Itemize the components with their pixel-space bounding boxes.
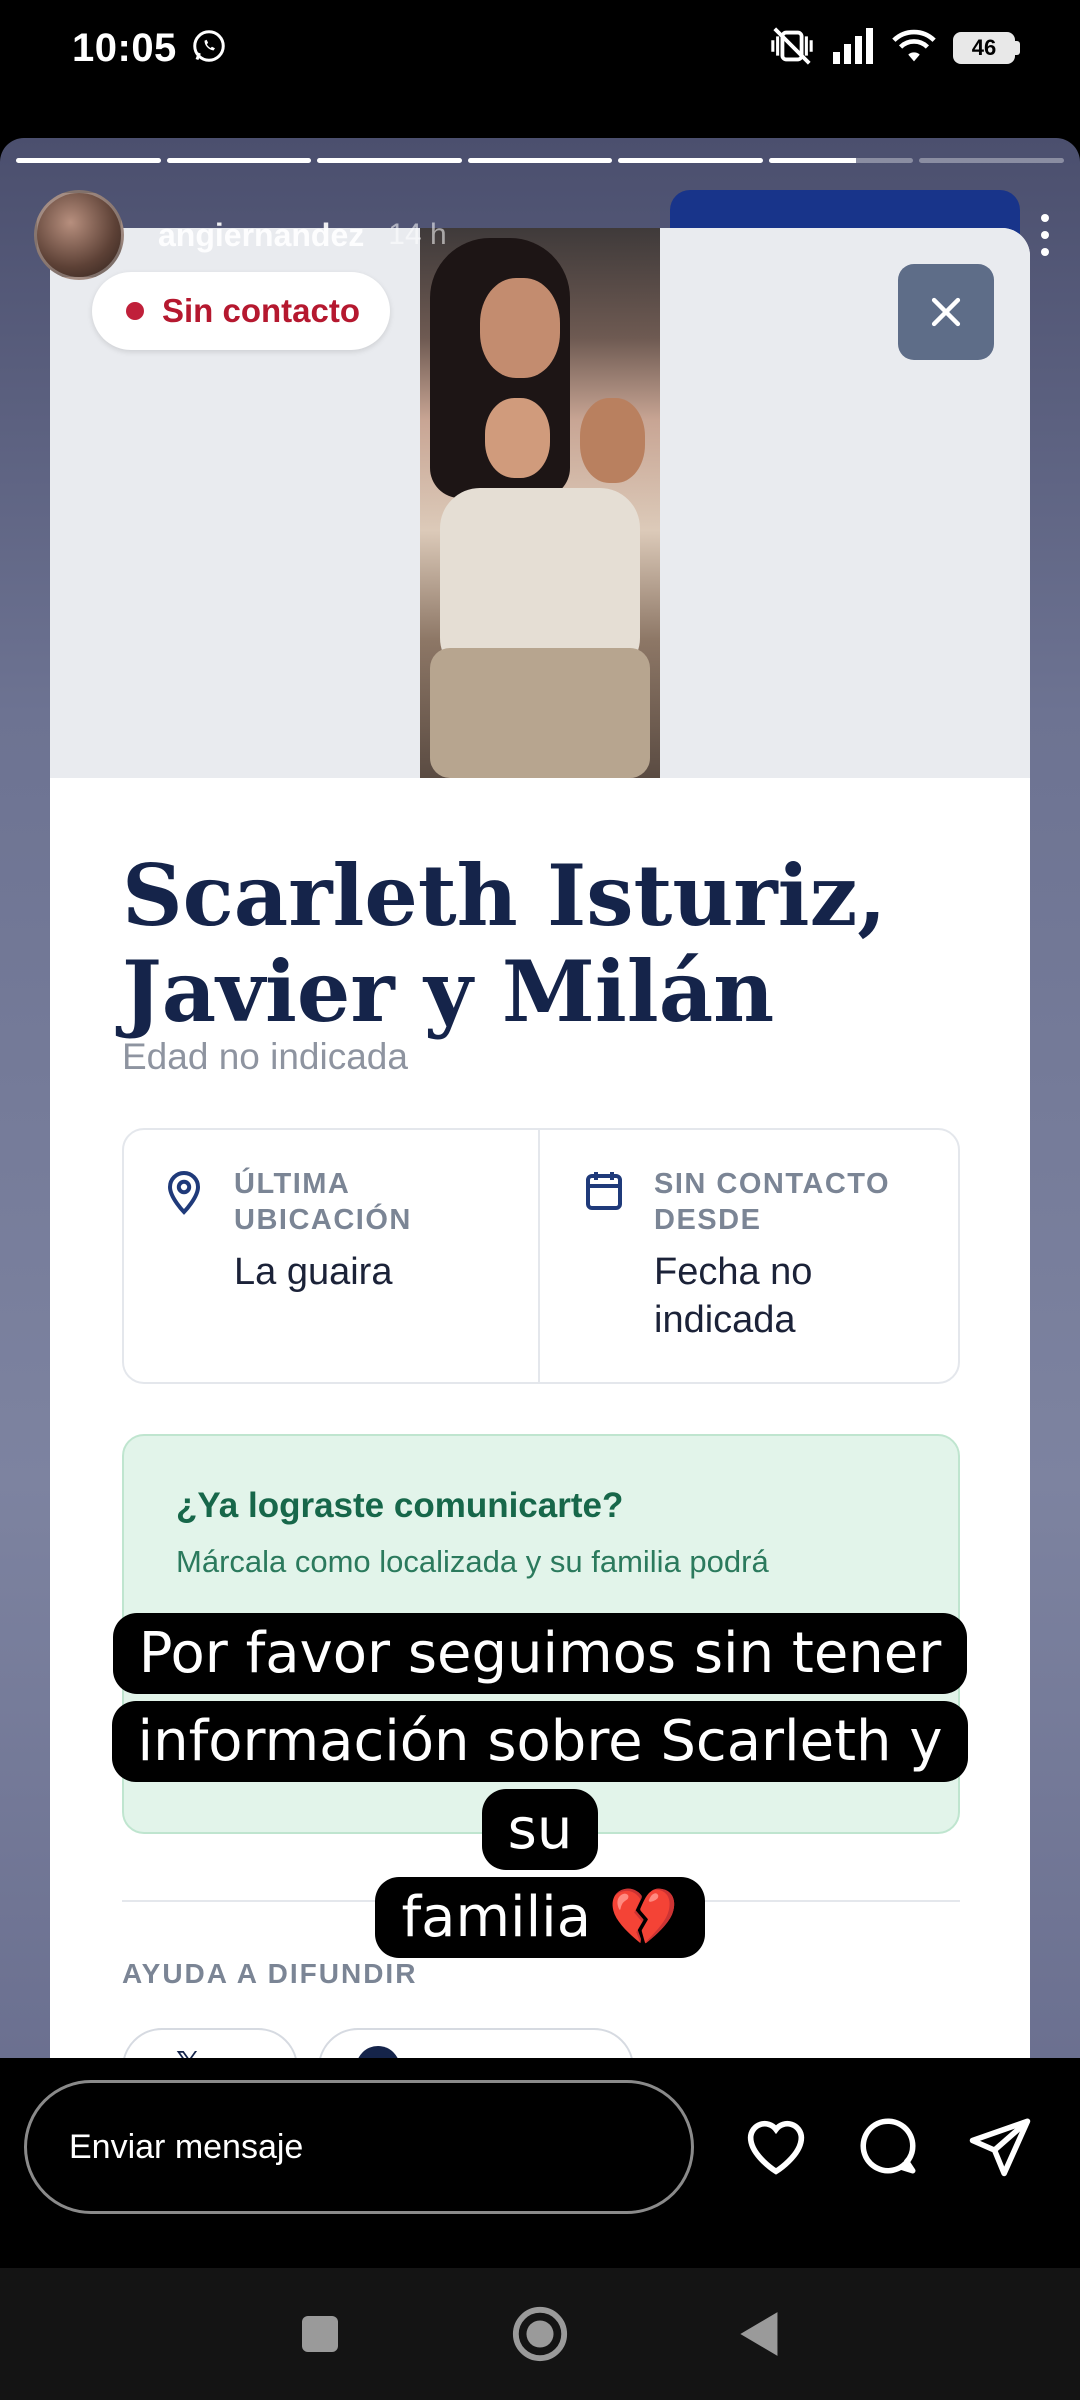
contact-prompt-subtitle: Márcala como localizada y su familia pod… xyxy=(176,1544,769,1579)
story-progress-segment xyxy=(317,158,462,163)
x-logo-icon: 𝕏 xyxy=(176,2046,200,2058)
status-badge: Sin contacto xyxy=(92,272,391,350)
back-triangle-icon xyxy=(740,2312,778,2356)
story-progress-segment xyxy=(166,158,312,163)
like-heart-icon[interactable] xyxy=(738,2108,814,2184)
home-circle-icon xyxy=(512,2306,568,2362)
recent-apps-button[interactable] xyxy=(285,2299,355,2369)
status-time: 10:05 xyxy=(72,25,177,70)
share-send-icon[interactable] xyxy=(962,2108,1038,2184)
signal-icon xyxy=(831,27,875,69)
info-box: ÚLTIMA UBICACIÓN La guaira SIN CONTACTO … xyxy=(122,1128,960,1384)
close-icon xyxy=(931,297,961,327)
home-button[interactable] xyxy=(505,2299,575,2369)
person-name: Scarleth Isturiz, Javier y Milán xyxy=(122,846,887,1041)
battery-level: 46 xyxy=(953,32,1015,64)
story-caption: Por favor seguimos sin tener información… xyxy=(100,1610,980,1962)
last-location-label: ÚLTIMA UBICACIÓN xyxy=(234,1168,412,1236)
wifi-icon xyxy=(891,28,937,69)
more-options-icon[interactable] xyxy=(1030,214,1060,256)
person-age: Edad no indicada xyxy=(122,1036,408,1077)
avatar[interactable] xyxy=(34,190,124,280)
caption-line-3: familia 💔 xyxy=(375,1877,705,1958)
story-progress-segment xyxy=(768,158,914,163)
share-facebook-button[interactable] xyxy=(318,2028,634,2058)
story-progress xyxy=(16,158,1065,163)
status-dot-icon xyxy=(126,302,144,320)
status-badge-label: Sin contacto xyxy=(162,292,361,329)
share-label: AYUDA A DIFUNDIR xyxy=(122,1958,418,1989)
caption-line-2: información sobre Scarleth y su xyxy=(111,1701,969,1870)
no-contact-since: SIN CONTACTO DESDE Fecha no indicada xyxy=(538,1130,958,1382)
close-button[interactable] xyxy=(898,264,994,360)
send-message-input[interactable]: Enviar mensaje xyxy=(24,2080,694,2214)
status-right: 46 xyxy=(769,26,1020,71)
story-timestamp: 14 h xyxy=(388,218,447,251)
story-username[interactable]: angiernandez xyxy=(158,217,364,254)
story-progress-segment xyxy=(16,158,161,163)
caption-line-1: Por favor seguimos sin tener xyxy=(112,1613,968,1694)
back-button[interactable] xyxy=(725,2299,795,2369)
story-progress-segment xyxy=(618,158,763,163)
story-progress-segment xyxy=(919,158,1065,163)
family-photo xyxy=(420,228,660,778)
status-left: 10:05 xyxy=(72,26,227,71)
last-location-value: La guaira xyxy=(234,1251,393,1293)
whatsapp-icon xyxy=(191,28,227,69)
share-x-button[interactable]: 𝕏 xyxy=(122,2028,298,2058)
contact-prompt-title: ¿Ya lograste comunicarte? xyxy=(176,1486,624,1525)
no-contact-since-value: Fecha no indicada xyxy=(654,1251,813,1341)
mute-vibrate-icon xyxy=(769,26,815,71)
recents-square-icon xyxy=(302,2316,338,2352)
comment-bubble-icon[interactable] xyxy=(850,2108,926,2184)
system-navigation-bar xyxy=(0,2268,1080,2400)
message-bar: Enviar mensaje xyxy=(0,2058,1080,2268)
location-pin-icon xyxy=(164,1166,206,1382)
facebook-icon xyxy=(356,2046,400,2058)
calendar-icon xyxy=(584,1166,626,1382)
battery-icon: 46 xyxy=(953,32,1020,64)
send-message-placeholder: Enviar mensaje xyxy=(69,2127,304,2166)
status-bar: 10:05 46 xyxy=(0,0,1080,96)
story-progress-segment xyxy=(467,158,613,163)
last-location: ÚLTIMA UBICACIÓN La guaira xyxy=(124,1130,538,1382)
no-contact-since-label: SIN CONTACTO DESDE xyxy=(654,1168,891,1236)
